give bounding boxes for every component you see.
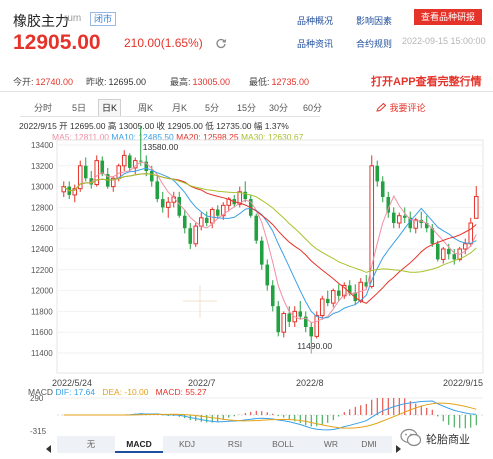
candle-body <box>375 165 380 182</box>
y-tick-label: 13000 <box>31 183 54 192</box>
candle-body <box>336 290 341 296</box>
candle-body <box>270 285 275 307</box>
dif-value: DIF: 17.64 <box>55 387 96 397</box>
dea-line <box>63 402 477 429</box>
candle-body <box>193 225 199 245</box>
wechat-logo-icon <box>400 428 422 453</box>
max-annotation: 13580.00 <box>143 142 179 152</box>
candle-body <box>204 217 209 223</box>
y-tick-label: 12000 <box>31 287 54 296</box>
candle-body <box>452 254 457 260</box>
candle-body <box>209 208 215 224</box>
indicator-tab-boll[interactable]: BOLL <box>259 436 307 453</box>
candle-body <box>265 264 270 286</box>
candle-body <box>215 209 220 216</box>
candle-body <box>287 313 292 322</box>
indicator-tab-rsi[interactable]: RSI <box>211 436 259 453</box>
x-tick-label: 2022/8 <box>296 378 324 388</box>
candle-body <box>473 195 479 219</box>
candle-body <box>276 306 281 333</box>
indicator-tabs: 无 MACD KDJ RSI BOLL WR DMI <box>46 436 401 453</box>
y-tick-label: 12400 <box>31 245 54 254</box>
y-tick-label: 12600 <box>31 224 54 233</box>
dea-value: DEA: -10.00 <box>102 387 149 397</box>
x-tick-label: 2022/9/15 <box>443 378 483 388</box>
y-tick-label: 11800 <box>31 307 53 316</box>
candle-body <box>188 228 193 244</box>
candle-body <box>177 197 182 216</box>
candle-body <box>254 215 259 241</box>
candle-body <box>319 298 325 317</box>
candle-body <box>309 327 314 337</box>
candle-body <box>243 191 248 200</box>
candle-body <box>160 199 165 208</box>
candle-body <box>468 222 474 245</box>
candle-body <box>325 298 330 304</box>
candle-body <box>380 181 385 197</box>
candle-body <box>396 215 402 224</box>
candle-body <box>446 249 451 255</box>
candle-body <box>83 165 88 179</box>
indicator-tab-macd[interactable]: MACD <box>115 436 163 453</box>
candle-body <box>281 312 287 333</box>
candle-body <box>127 155 132 168</box>
candle-body <box>435 243 440 260</box>
ma20-line <box>63 173 477 304</box>
macd-value: MACD: 55.27 <box>155 387 207 397</box>
y-tick-label: 13200 <box>31 162 54 171</box>
min-annotation: 11490.00 <box>297 341 332 351</box>
indicator-tab-none[interactable]: 无 <box>67 436 115 453</box>
y-tick-label: 12800 <box>31 203 54 212</box>
y-tick-label: 13400 <box>31 141 54 150</box>
candle-body <box>402 215 407 218</box>
macd-y-tick: -315 <box>30 427 47 436</box>
candle-body <box>391 212 396 223</box>
candle-body <box>138 160 143 162</box>
candle-body <box>462 243 468 250</box>
ma10-line <box>63 167 477 319</box>
macd-legend: MACD DIF: 17.64 DEA: -10.00 MACD: 55.27 <box>28 387 207 397</box>
candle-body <box>330 290 336 304</box>
macd-label: MACD <box>28 387 54 397</box>
candle-body <box>298 311 303 317</box>
candle-body <box>314 315 320 337</box>
y-tick-label: 11400 <box>31 349 53 358</box>
candle-body <box>155 181 160 200</box>
candle-body <box>149 171 154 182</box>
candle-body <box>165 201 171 208</box>
candle-body <box>182 215 187 229</box>
candle-body <box>100 160 105 175</box>
watermark-text: 轮胎商业 <box>426 434 470 446</box>
candle-body <box>369 165 375 287</box>
candle-body <box>259 240 264 265</box>
y-tick-label: 11600 <box>31 328 53 337</box>
prev-arrow-icon[interactable] <box>45 440 53 458</box>
indicator-tab-kdj[interactable]: KDJ <box>163 436 211 453</box>
candle-body <box>121 154 127 167</box>
y-tick-label: 12200 <box>31 266 54 275</box>
candle-body <box>440 248 446 260</box>
indicator-tab-dmi[interactable]: DMI <box>345 436 393 453</box>
